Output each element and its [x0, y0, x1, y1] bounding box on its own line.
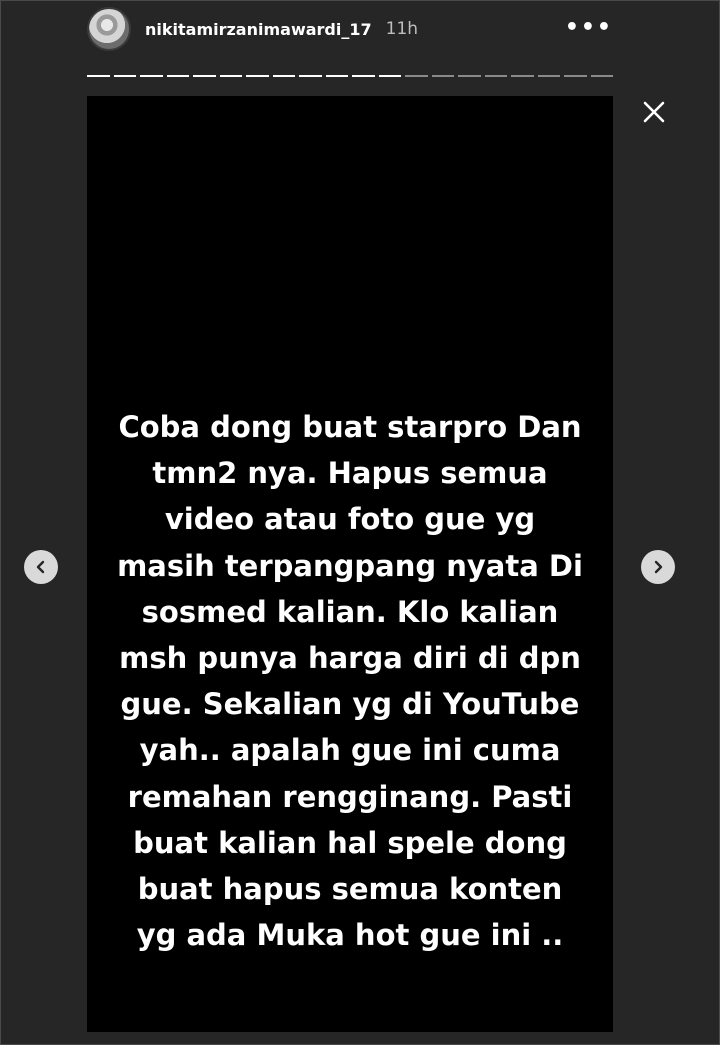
story-progress-bar: [87, 75, 613, 78]
next-story-button[interactable]: [641, 550, 675, 584]
progress-segment: [299, 75, 322, 77]
progress-segment: [564, 75, 587, 77]
progress-segment: [352, 75, 375, 77]
chevron-right-icon: [654, 560, 663, 574]
progress-segment: [325, 75, 348, 77]
progress-segment: [140, 75, 163, 77]
story-timestamp: 11h: [385, 19, 419, 39]
progress-segment: [272, 75, 295, 77]
progress-segment: [458, 75, 481, 77]
avatar[interactable]: [87, 7, 131, 51]
progress-segment: [193, 75, 216, 77]
close-icon[interactable]: [639, 97, 669, 127]
progress-segment: [113, 75, 136, 77]
progress-segment: [484, 75, 507, 77]
progress-segment: [87, 75, 110, 77]
username[interactable]: nikitamirzanimawardi_17: [145, 20, 372, 39]
story-viewer: nikitamirzanimawardi_17 11h ••• Coba don…: [0, 0, 720, 1045]
progress-segment: [590, 75, 613, 77]
story-content[interactable]: Coba dong buat starpro Dan tmn2 nya. Hap…: [87, 96, 613, 1032]
story-text: Coba dong buat starpro Dan tmn2 nya. Hap…: [117, 410, 583, 953]
progress-segment: [537, 75, 560, 77]
previous-story-button[interactable]: [24, 550, 58, 584]
progress-segment: [511, 75, 534, 77]
progress-segment: [405, 75, 428, 77]
more-options-icon[interactable]: •••: [565, 15, 613, 40]
chevron-left-icon: [36, 560, 45, 574]
progress-segment: [431, 75, 454, 77]
progress-segment: [166, 75, 189, 77]
progress-segment: [378, 75, 401, 77]
progress-segment: [219, 75, 242, 77]
story-header: nikitamirzanimawardi_17 11h •••: [87, 7, 613, 51]
progress-segment: [246, 75, 269, 77]
